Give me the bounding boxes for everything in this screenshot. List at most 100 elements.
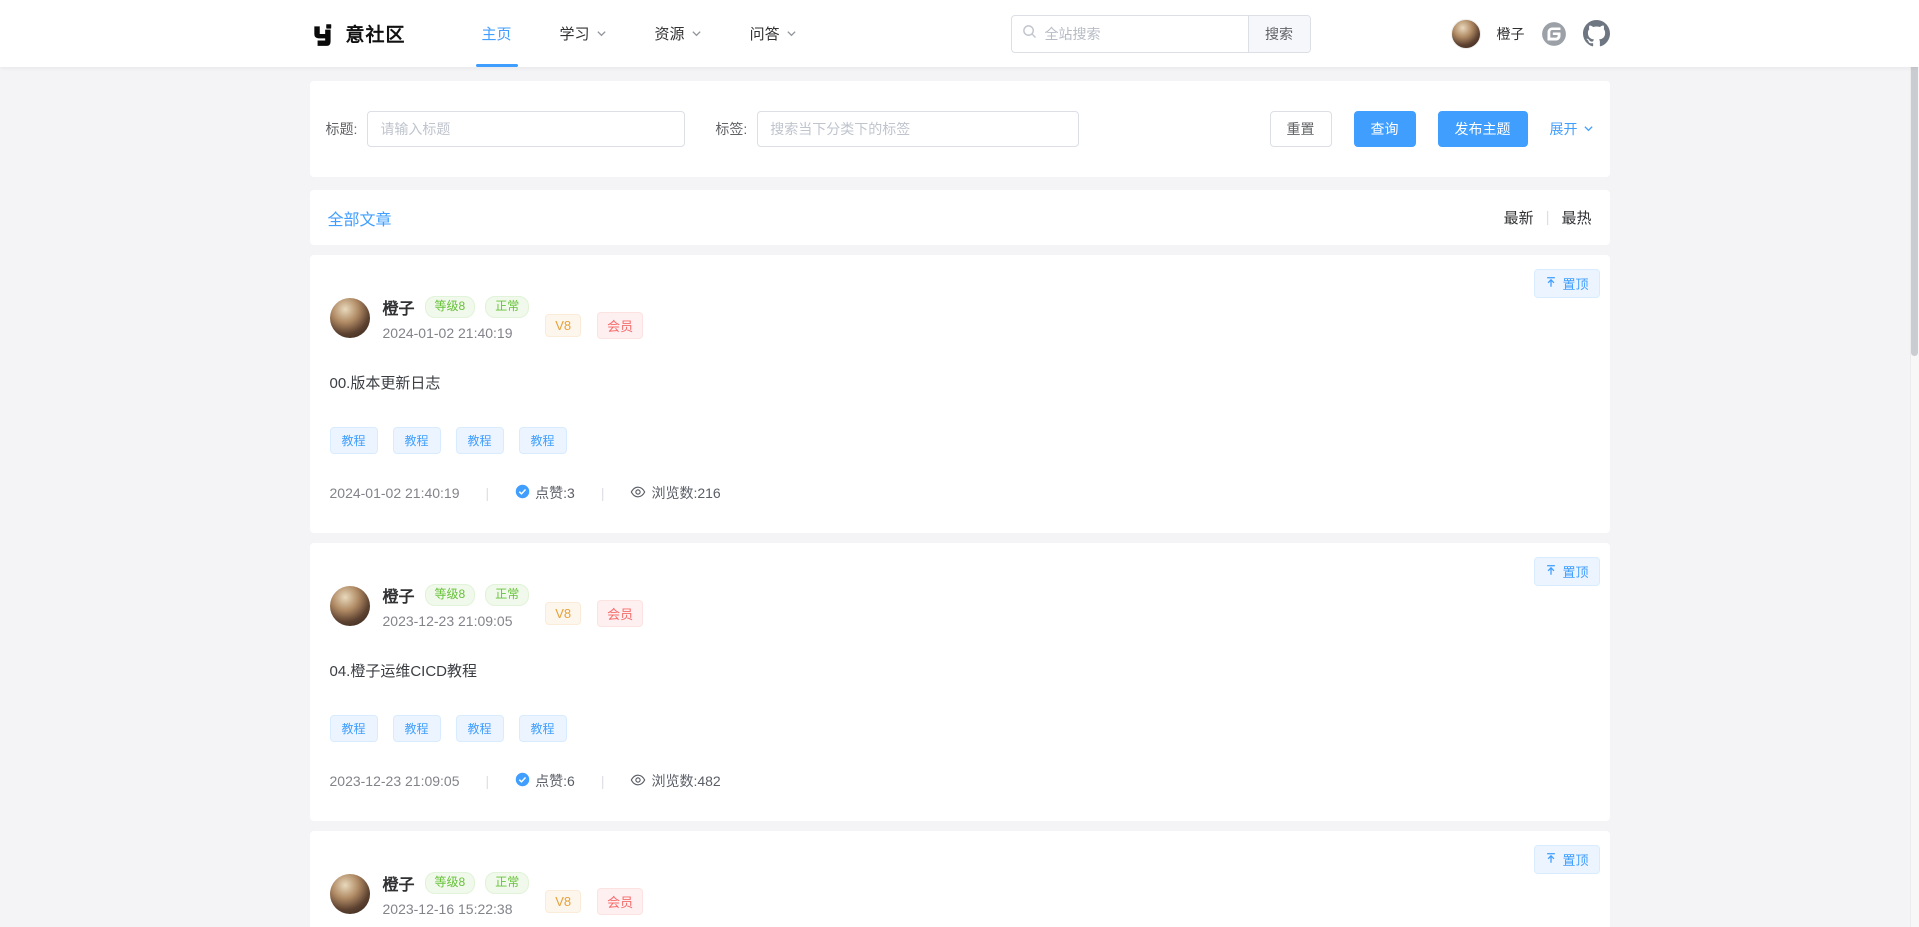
post-card: 置顶 橙子 等级8 正常 2024-01-02 21:40:19 V8 会员 0… (310, 255, 1610, 533)
user-area: 橙子 (1451, 19, 1610, 49)
post-header: 橙子 等级8 正常 2023-12-16 15:22:38 V8 会员 (330, 871, 1590, 917)
global-search: 搜索 (1011, 15, 1311, 53)
side-badges: V8 会员 (545, 888, 643, 915)
author-avatar[interactable] (330, 298, 370, 338)
filter-actions: 重置 查询 发布主题 展开 (1270, 111, 1594, 147)
post-title[interactable]: 00.版本更新日志 (330, 372, 1590, 393)
like-check-icon (515, 484, 530, 502)
footer-time: 2023-12-23 21:09:05 (330, 773, 460, 789)
member-badge: 会员 (597, 888, 643, 915)
post-tag[interactable]: 教程 (456, 715, 504, 742)
side-badges: V8 会员 (545, 312, 643, 339)
expand-toggle[interactable]: 展开 (1550, 119, 1594, 139)
chevron-down-icon (1583, 121, 1594, 137)
pin-top-button[interactable]: 置顶 (1534, 845, 1599, 874)
filter-tag-group: 标签: (715, 111, 1079, 147)
post-tag[interactable]: 教程 (330, 715, 378, 742)
scrollbar-track (1910, 0, 1919, 927)
scrollbar-thumb[interactable] (1911, 56, 1918, 356)
site-title: 意社区 (346, 20, 406, 47)
brand[interactable]: 意社区 (310, 20, 406, 47)
pin-top-icon (1545, 852, 1557, 867)
title-input[interactable] (367, 111, 685, 147)
eye-icon (630, 772, 646, 791)
post-title[interactable]: 04.橙子运维CICD教程 (330, 660, 1590, 681)
filter-bar: 标题: 标签: 重置 查询 发布主题 展开 (310, 81, 1610, 177)
search-field (1012, 16, 1248, 52)
vip-badge: V8 (545, 314, 581, 337)
username[interactable]: 橙子 (1497, 24, 1525, 44)
sort-hottest[interactable]: 最热 (1561, 207, 1591, 228)
author-avatar[interactable] (330, 586, 370, 626)
author-name[interactable]: 橙子 (383, 583, 415, 607)
sort-divider: | (1546, 209, 1550, 226)
post-tag[interactable]: 教程 (519, 427, 567, 454)
nav-item-learn[interactable]: 学习 (536, 0, 631, 67)
main-nav: 主页 学习 资源 问答 (458, 0, 821, 67)
footer-divider: | (601, 773, 605, 789)
vip-badge: V8 (545, 602, 581, 625)
post-created-time: 2023-12-23 21:09:05 (383, 613, 530, 629)
pin-top-button[interactable]: 置顶 (1534, 269, 1599, 298)
tag-input[interactable] (757, 111, 1079, 147)
nav-item-resources[interactable]: 资源 (631, 0, 726, 67)
post-tag[interactable]: 教程 (393, 427, 441, 454)
query-button[interactable]: 查询 (1354, 111, 1416, 147)
chevron-down-icon (596, 28, 607, 39)
status-badge: 正常 (485, 872, 529, 894)
title-label: 标题: (326, 119, 358, 139)
gitee-icon[interactable] (1541, 21, 1567, 47)
post-tags: 教程教程教程教程 (330, 715, 1590, 742)
publish-topic-button[interactable]: 发布主题 (1438, 111, 1528, 147)
post-tag[interactable]: 教程 (393, 715, 441, 742)
chevron-down-icon (691, 28, 702, 39)
eye-icon (630, 484, 646, 503)
list-header: 全部文章 最新 | 最热 (310, 190, 1610, 245)
post-created-time: 2024-01-02 21:40:19 (383, 325, 530, 341)
post-tag[interactable]: 教程 (519, 715, 567, 742)
footer-divider: | (601, 485, 605, 501)
nav-item-qa[interactable]: 问答 (726, 0, 821, 67)
footer-divider: | (486, 773, 490, 789)
user-avatar[interactable] (1451, 19, 1481, 49)
post-card: 置顶 橙子 等级8 正常 2023-12-23 21:09:05 V8 会员 0… (310, 543, 1610, 821)
views-stat: 浏览数:482 (630, 771, 720, 791)
level-badge: 等级8 (425, 872, 476, 894)
side-badges: V8 会员 (545, 600, 643, 627)
tag-label: 标签: (715, 119, 747, 139)
author-avatar[interactable] (330, 874, 370, 914)
member-badge: 会员 (597, 312, 643, 339)
chevron-down-icon (786, 28, 797, 39)
sort-newest[interactable]: 最新 (1504, 207, 1534, 228)
pin-top-button[interactable]: 置顶 (1534, 557, 1599, 586)
reset-button[interactable]: 重置 (1270, 111, 1332, 147)
post-card: 置顶 橙子 等级8 正常 2023-12-16 15:22:38 V8 会员 教… (310, 831, 1610, 927)
post-tag[interactable]: 教程 (456, 427, 504, 454)
post-list: 置顶 橙子 等级8 正常 2024-01-02 21:40:19 V8 会员 0… (310, 255, 1610, 927)
top-navbar: 意社区 主页 学习 资源 问答 (0, 0, 1919, 67)
search-button[interactable]: 搜索 (1248, 16, 1310, 52)
post-header: 橙子 等级8 正常 2024-01-02 21:40:19 V8 会员 (330, 295, 1590, 341)
level-badge: 等级8 (425, 584, 476, 606)
github-icon[interactable] (1583, 20, 1610, 47)
post-tag[interactable]: 教程 (330, 427, 378, 454)
post-tags: 教程教程教程教程 (330, 427, 1590, 454)
site-logo-icon (310, 21, 336, 47)
pin-top-icon (1545, 564, 1557, 579)
pin-top-icon (1545, 276, 1557, 291)
author-info: 橙子 等级8 正常 2023-12-16 15:22:38 (383, 871, 530, 917)
nav-item-home[interactable]: 主页 (458, 0, 536, 67)
post-created-time: 2023-12-16 15:22:38 (383, 901, 530, 917)
status-badge: 正常 (485, 584, 529, 606)
vip-badge: V8 (545, 890, 581, 913)
post-header: 橙子 等级8 正常 2023-12-23 21:09:05 V8 会员 (330, 583, 1590, 629)
filter-title-group: 标题: (326, 111, 686, 147)
all-articles-link[interactable]: 全部文章 (328, 206, 392, 230)
search-input[interactable] (1045, 26, 1238, 42)
likes-stat: 点赞:6 (515, 771, 575, 791)
author-name[interactable]: 橙子 (383, 871, 415, 895)
author-name[interactable]: 橙子 (383, 295, 415, 319)
author-info: 橙子 等级8 正常 2023-12-23 21:09:05 (383, 583, 530, 629)
level-badge: 等级8 (425, 296, 476, 318)
post-footer: 2024-01-02 21:40:19 | 点赞:3 | 浏览数:216 (330, 483, 1590, 503)
